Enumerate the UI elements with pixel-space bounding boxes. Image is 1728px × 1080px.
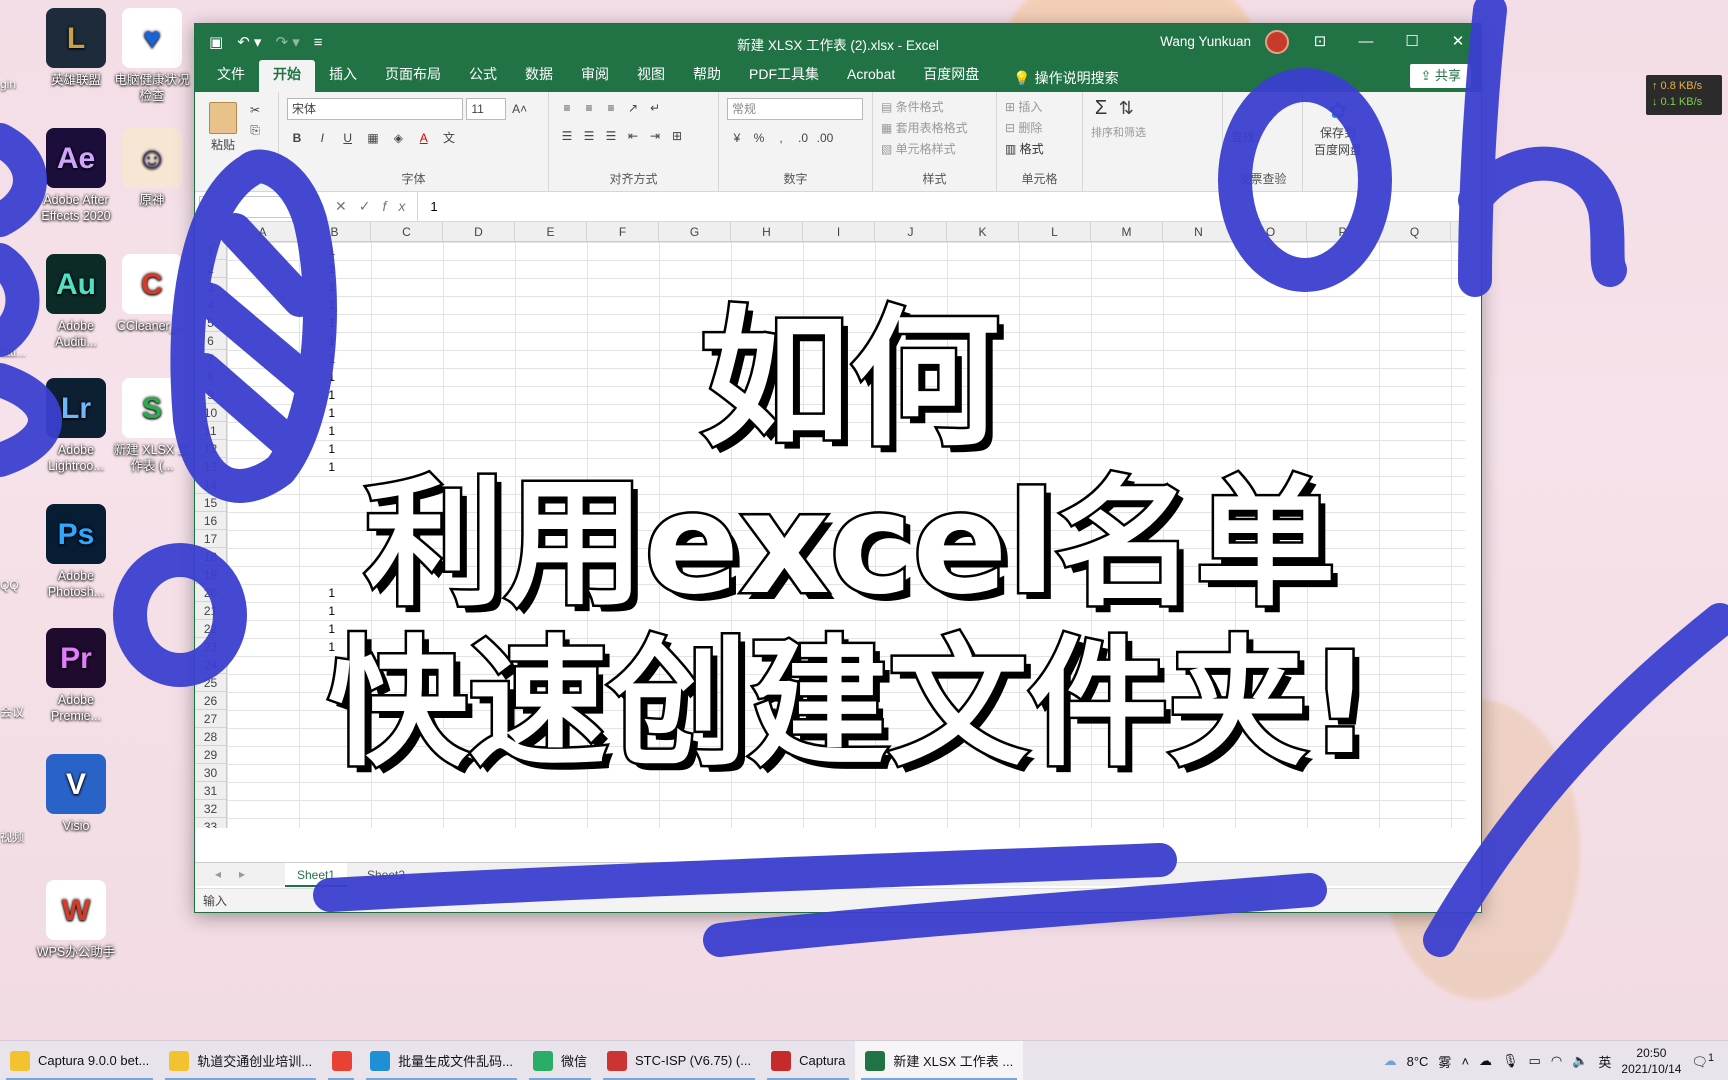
- app-icon: [332, 1050, 353, 1071]
- app-icon: [169, 1050, 190, 1071]
- taskbar-item[interactable]: STC-ISP (V6.75) (...: [597, 1041, 761, 1080]
- upload-speed: ↑ 0.8 KB/s: [1652, 80, 1703, 92]
- clock[interactable]: 20:50 2021/10/14: [1621, 1045, 1681, 1077]
- taskbar-item[interactable]: 轨道交通创业培训...: [159, 1041, 322, 1080]
- taskbar-item-label: 微信: [560, 1054, 587, 1069]
- download-speed: ↓ 0.1 KB/s: [1652, 96, 1703, 108]
- app-icon: [607, 1050, 627, 1071]
- system-tray: ☁ 8°C 雾 ˄ ☁ 🎙 ▭ ◠ 🔈 英 20:50 2021/10/14 🗨…: [1384, 1041, 1728, 1080]
- cloud-icon[interactable]: ☁: [1479, 1053, 1492, 1069]
- app-icon: [771, 1050, 792, 1071]
- overlay-line2: 利用excel名单: [362, 463, 1338, 626]
- taskbar-item-label: Captura: [799, 1053, 846, 1068]
- notification-icon[interactable]: 🗨1: [1691, 1052, 1714, 1070]
- app-icon: [865, 1050, 886, 1071]
- scribble: [703, 873, 1327, 957]
- net-speed-widget: ↑ 0.8 KB/s ↓ 0.1 KB/s: [1646, 75, 1722, 115]
- taskbar-item[interactable]: 批量生成文件乱码...: [360, 1041, 523, 1080]
- scribble: [113, 543, 247, 687]
- mic-icon[interactable]: 🎙: [1502, 1053, 1519, 1069]
- taskbar-item-label: 轨道交通创业培训...: [197, 1054, 313, 1069]
- taskbar-item[interactable]: Captura: [761, 1041, 855, 1080]
- taskbar-item[interactable]: [322, 1041, 360, 1080]
- overlay-line3: 快速创建文件夹!: [326, 623, 1375, 786]
- volume-icon[interactable]: 🔈: [1572, 1053, 1588, 1069]
- battery-icon[interactable]: ▭: [1529, 1053, 1541, 1069]
- app-icon: [10, 1050, 30, 1071]
- scribble: [0, 123, 62, 477]
- taskbar: Captura 9.0.0 bet... 轨道交通创业培训... 批量生成文件乱码.…: [0, 1040, 1728, 1080]
- taskbar-item-label: 新建 XLSX 工作表 ...: [893, 1054, 1014, 1069]
- taskbar-item[interactable]: Captura 9.0.0 bet...: [0, 1041, 159, 1080]
- taskbar-item[interactable]: 新建 XLSX 工作表 ...: [855, 1040, 1024, 1080]
- taskbar-item[interactable]: 微信: [523, 1041, 597, 1080]
- scribble: [1218, 68, 1392, 292]
- taskbar-items: Captura 9.0.0 bet... 轨道交通创业培训... 批量生成文件乱码.…: [0, 1040, 1024, 1080]
- app-icon: [370, 1050, 391, 1071]
- weather-icon[interactable]: ☁: [1384, 1053, 1397, 1069]
- taskbar-item-label: 批量生成文件乱码...: [398, 1054, 513, 1069]
- clock-date: 2021/10/14: [1621, 1062, 1682, 1076]
- ime-indicator[interactable]: 英: [1598, 1052, 1611, 1071]
- taskbar-item-label: Captura 9.0.0 bet...: [38, 1053, 150, 1068]
- show-hidden-icons-icon[interactable]: ˄: [1461, 1054, 1469, 1069]
- app-icon: [532, 1050, 553, 1071]
- scribble: [1458, 0, 1627, 297]
- notification-count: 1: [1707, 1051, 1714, 1064]
- weather-temp[interactable]: 8°C: [1407, 1054, 1429, 1069]
- weather-desc[interactable]: 雾: [1438, 1052, 1451, 1071]
- taskbar-item-label: STC-ISP (V6.75) (...: [635, 1053, 752, 1068]
- scribble: [1423, 603, 1728, 957]
- overlay-line1: 如何: [697, 293, 1002, 467]
- clock-time: 20:50: [1636, 1046, 1667, 1060]
- wifi-icon[interactable]: ◠: [1551, 1053, 1562, 1069]
- scribble: [313, 843, 1177, 912]
